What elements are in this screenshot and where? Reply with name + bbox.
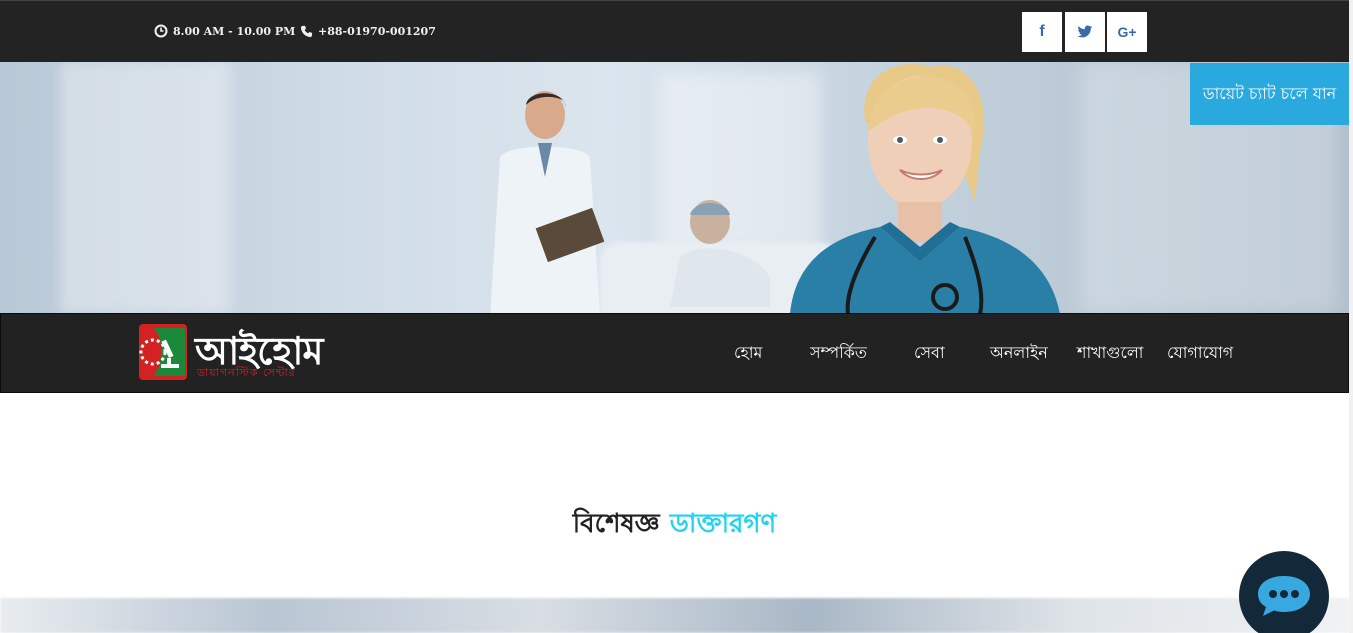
top-bar: 8.00 AM - 10.00 PM +88-01970-001207 f G+ bbox=[0, 0, 1349, 62]
nav-item-services[interactable]: সেবা bbox=[914, 340, 945, 367]
facebook-button[interactable]: f bbox=[1022, 12, 1062, 52]
nurse-figure bbox=[790, 64, 1060, 314]
nav-item-branches[interactable]: শাখাগুলো bbox=[1077, 340, 1143, 367]
logo-subtitle: ডায়াগনস্টিক সেন্টার bbox=[197, 366, 296, 379]
hours-text: 8.00 AM - 10.00 PM bbox=[173, 24, 296, 38]
phone-icon bbox=[300, 25, 313, 37]
nav-item-contact[interactable]: যোগাযোগ bbox=[1167, 340, 1233, 367]
doctor-figure bbox=[490, 91, 605, 314]
page-scrollbar[interactable] bbox=[1349, 0, 1353, 633]
twitter-icon bbox=[1077, 25, 1093, 38]
hero-banner bbox=[0, 62, 1349, 314]
chat-widget-button[interactable] bbox=[1239, 551, 1329, 633]
google-plus-icon: G+ bbox=[1117, 24, 1137, 40]
phone-number[interactable]: +88-01970-001207 bbox=[300, 21, 436, 41]
nav-item-home[interactable]: হোম bbox=[734, 340, 762, 367]
logo-emblem-icon bbox=[139, 324, 187, 380]
phone-text: +88-01970-001207 bbox=[318, 24, 436, 38]
hero-background-window bbox=[60, 62, 230, 314]
section-heading-part2: ডাক্তারগণ bbox=[669, 509, 777, 539]
opening-hours: 8.00 AM - 10.00 PM bbox=[154, 21, 295, 41]
site-logo[interactable]: আইহোম ডায়াগনস্টিক সেন্টার bbox=[139, 324, 323, 382]
section-heading: বিশেষজ্ঞ ডাক্তারগণ bbox=[0, 503, 1349, 547]
chat-cta-label: ডায়েট চ্যাট চলে যান bbox=[1202, 83, 1337, 103]
nav-item-online[interactable]: অনলাইন bbox=[990, 340, 1048, 367]
doctors-section-background bbox=[0, 598, 1349, 633]
nav-item-about[interactable]: সম্পর্কিত bbox=[810, 340, 867, 367]
chat-icon bbox=[1258, 576, 1310, 616]
patient-figure bbox=[670, 200, 770, 307]
facebook-icon: f bbox=[1039, 23, 1045, 40]
clock-icon bbox=[154, 24, 168, 38]
chat-cta-button[interactable]: ডায়েট চ্যাট চলে যান bbox=[1190, 63, 1349, 125]
main-navbar: আইহোম ডায়াগনস্টিক সেন্টার হোম সম্পর্কিত… bbox=[0, 313, 1349, 393]
google-plus-button[interactable]: G+ bbox=[1107, 12, 1147, 52]
section-heading-part1: বিশেষজ্ঞ bbox=[572, 509, 660, 539]
twitter-button[interactable] bbox=[1065, 12, 1105, 52]
